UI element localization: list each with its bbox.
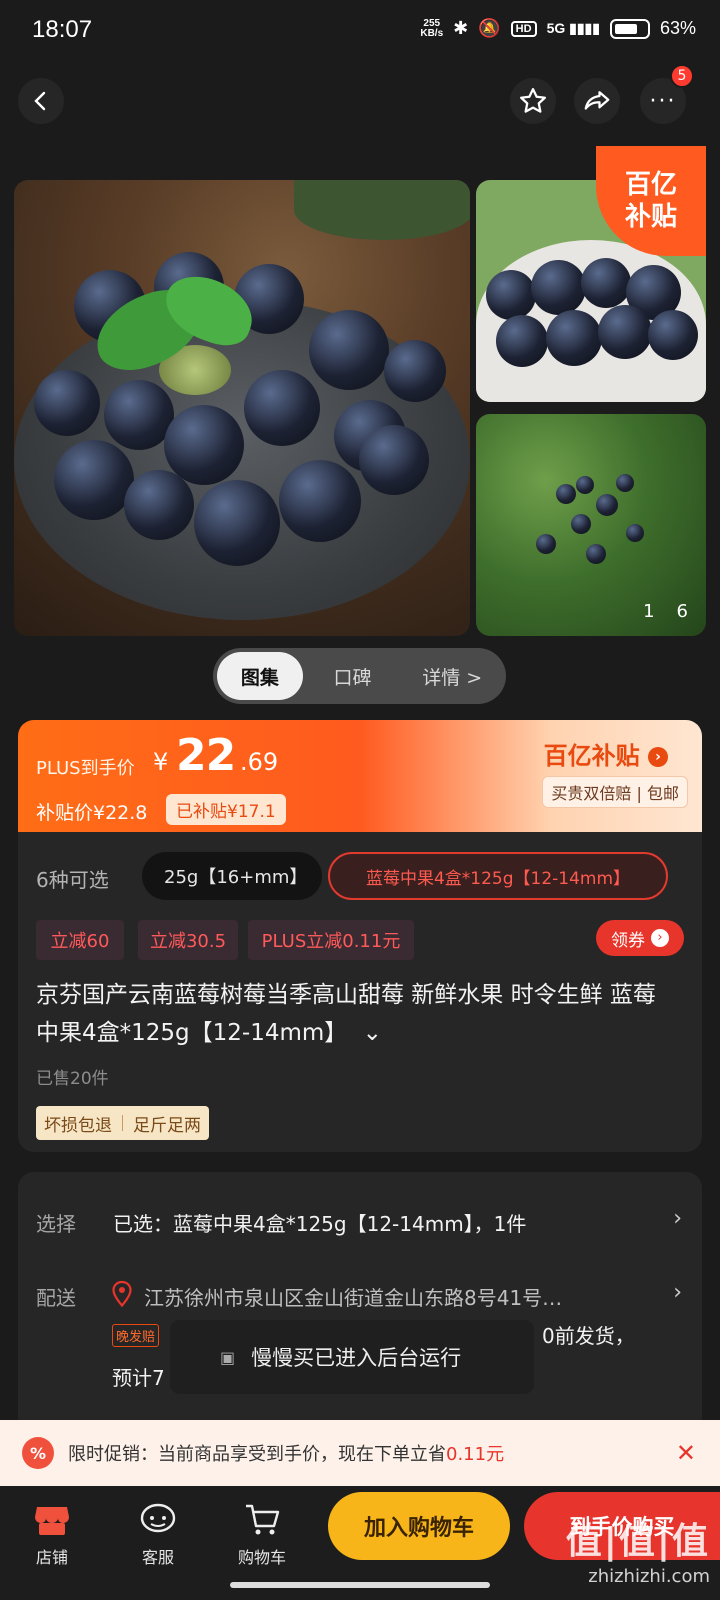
subsidy-price: 补贴价¥22.8 [36,802,148,824]
promo-strip[interactable]: % 限时促销：当前商品享受到手价，现在下单立省 0.11元 ✕ [0,1420,720,1486]
tab-gallery[interactable]: 图集 [217,652,303,700]
product-title[interactable]: 京芬国产云南蓝莓树莓当季高山甜莓 新鲜水果 时令生鲜 蓝莓中果4盒*125g【1… [36,976,676,1052]
notification-badge: 5 [670,64,694,88]
promo-text: 限时促销：当前商品享受到手价，现在下单立省 [68,1444,446,1465]
store-icon [12,1496,92,1544]
back-icon [34,91,46,111]
product-info-card: 6种可选 25g【16+mm】 蓝莓中果4盒*125g【12-14mm】 立减6… [18,832,702,1152]
price-banner: PLUS到手价 ¥ 22 .69 补贴价¥22.8 已补贴¥17.1 百亿补贴 … [18,720,702,838]
hd-icon: HD [510,20,537,37]
select-label: 选择 [36,1212,76,1236]
main-product-image[interactable] [14,180,470,636]
mute-icon: 🔕 [478,18,501,38]
media-tabs: 图集 口碑 详情 > [213,648,506,704]
favorite-button[interactable] [510,78,556,124]
thumbnail-2[interactable]: 1 6 [476,414,706,636]
home-indicator[interactable] [230,1582,490,1588]
sold-count: 已售20件 [36,1069,109,1089]
bluetooth-icon: ✱ [453,18,469,38]
status-time: 18:07 [32,16,93,43]
status-icons: 255 KB/s ✱ 🔕 HD 5G ▮▮▮▮ 63% [420,18,696,39]
signal-icon: 5G ▮▮▮▮ [546,20,600,36]
status-bar: 18:07 255 KB/s ✱ 🔕 HD 5G ▮▮▮▮ 63% [0,0,720,64]
sku-count: 6种可选 [36,868,109,892]
share-button[interactable] [574,78,620,124]
star-icon [520,88,546,113]
selected-spec[interactable]: 已选：蓝莓中果4盒*125g【12-14mm】，1件 [113,1208,526,1237]
add-to-cart-button[interactable]: 加入购物车 [328,1492,510,1560]
image-counter: 1 6 [643,601,688,622]
price-integer: 22 [176,730,236,781]
tab-details[interactable]: 详情 > [402,652,502,700]
battery-icon [609,18,650,39]
bowl-background [294,180,470,240]
get-coupon-button[interactable]: 领券 › [596,920,684,956]
app-icon: ▣ [220,1347,236,1367]
back-button[interactable] [18,78,64,124]
share-icon [584,91,610,110]
background-toast: ▣ 慢慢买已进入后台运行 [170,1320,534,1394]
chevron-right-icon[interactable]: › [673,1280,682,1305]
cart-button[interactable]: 购物车 [222,1496,302,1568]
cart-icon [222,1496,302,1544]
watermark-logo: 值|值|值 [565,1521,710,1562]
chevron-right-icon[interactable]: › [673,1206,682,1231]
late-compensation-tag: 晚发赔 [112,1324,160,1347]
customer-service-button[interactable]: 客服 [118,1496,198,1568]
more-button[interactable]: ··· 5 [640,64,694,124]
promo-amount: 0.11元 [446,1444,505,1465]
delivery-label: 配送 [36,1286,76,1310]
delivery-address[interactable]: 江苏徐州市泉山区金山街道金山东路8号41号… [144,1282,664,1311]
discount-tag: PLUS立减0.11元 [248,920,414,960]
double-refund-badge: 买贵双倍赔 | 包邮 [542,776,688,808]
battery-percent: 63% [659,18,696,38]
store-button[interactable]: 店铺 [12,1496,92,1568]
subsidized-amount: 已补贴¥17.1 [166,794,286,825]
guarantee-badges: 坏损包退 足斤足两 [36,1106,209,1140]
discount-tag: 立减30.5 [138,920,238,960]
chevron-down-icon: ⌄ [362,1020,382,1046]
location-pin-icon [110,1280,134,1312]
watermark-site: zhizhizhi.com [588,1566,710,1587]
chevron-right-icon: › [651,929,669,947]
more-icon: ··· [649,88,677,114]
sku-option[interactable]: 25g【16+mm】 [142,852,322,900]
net-speed: 255 KB/s [420,17,444,39]
close-icon[interactable]: ✕ [676,1439,696,1467]
sku-option-selected[interactable]: 蓝莓中果4盒*125g【12-14mm】 [328,852,668,900]
eta-text: 预计7 [112,1366,165,1390]
chevron-right-icon: › [648,747,668,767]
ship-time: 0前发货， [542,1324,635,1348]
discount-icon: % [22,1437,54,1469]
tab-reviews[interactable]: 口碑 [303,652,403,700]
discount-tag: 立减60 [36,920,124,960]
chat-icon [118,1496,198,1544]
plus-price-label: PLUS到手价 [36,758,135,779]
billion-subsidy-link[interactable]: 百亿补贴 › [544,736,668,771]
currency-symbol: ¥ [153,748,169,776]
price-decimal: .69 [240,748,279,776]
